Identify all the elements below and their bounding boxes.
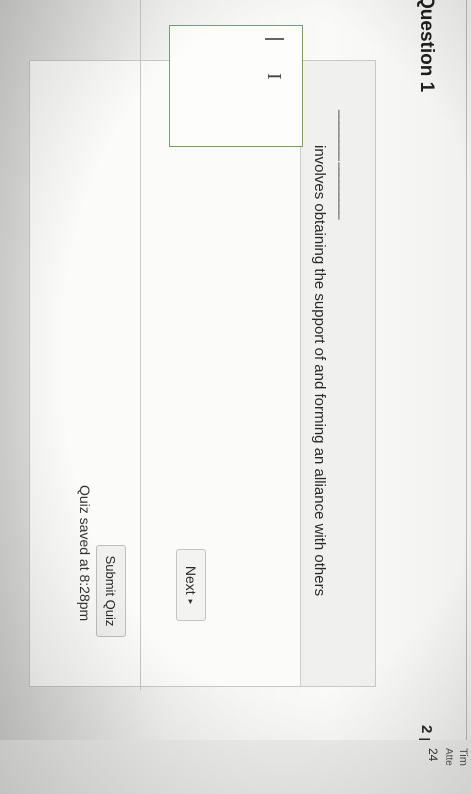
blank-underline: ________ _________ [338,110,353,219]
question-title: Question 1 [416,0,437,93]
quiz-side-panel [0,740,471,794]
next-label: Next [183,565,199,595]
rotated-page: Question 1 2 pts ________ _________ invo… [0,0,471,794]
ibeam-cursor-icon: I [263,73,285,80]
quiz-saved-status: Quiz saved at 8:28pm [77,485,93,622]
text-caret: | [262,33,285,46]
next-arrow-icon: ▸ [186,599,197,605]
submit-label: Submit Quiz [103,555,119,627]
next-button[interactable]: Next ▸ [176,549,206,621]
attempt-number: 24 [426,748,440,762]
time-label: Tim [457,748,469,766]
footer-divider [140,0,141,690]
question-text: involves obtaining the support of and fo… [311,145,328,597]
quiz-screen: Question 1 2 pts ________ _________ invo… [0,0,471,794]
top-divider [466,0,467,740]
attempt-label: Atte [443,748,454,766]
submit-quiz-button[interactable]: Submit Quiz [96,545,126,637]
